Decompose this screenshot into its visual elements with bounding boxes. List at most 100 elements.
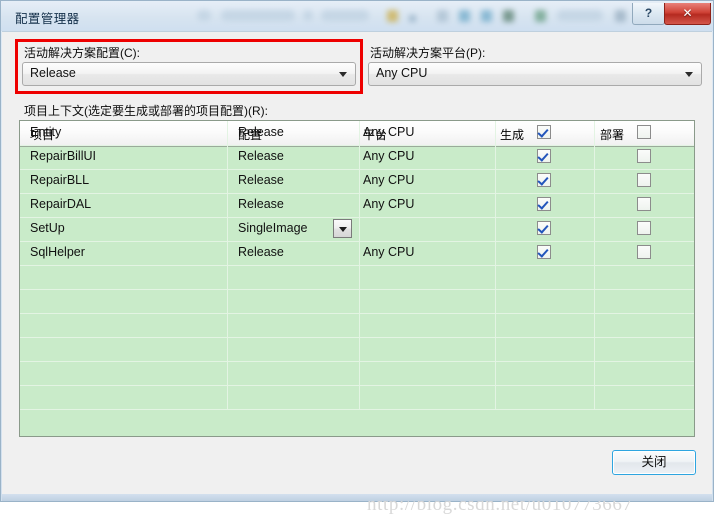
column-separator — [359, 145, 360, 169]
table-row-empty — [20, 265, 694, 290]
column-separator — [359, 313, 360, 337]
column-separator — [594, 193, 595, 217]
table-row[interactable]: SetUp SingleImage — [20, 217, 694, 242]
cell-platform: Any CPU — [363, 173, 415, 187]
cell-platform: Any CPU — [363, 125, 415, 139]
table-row[interactable]: SqlHelper Release Any CPU — [20, 241, 694, 266]
build-checkbox[interactable] — [537, 125, 551, 139]
build-checkbox[interactable] — [537, 245, 551, 259]
column-separator — [227, 193, 228, 217]
cell-configuration: Release — [238, 125, 284, 139]
column-separator — [495, 241, 496, 265]
project-contexts-label: 项目上下文(选定要生成或部署的项目配置)(R): — [24, 104, 268, 118]
column-separator — [495, 193, 496, 217]
column-separator — [495, 145, 496, 169]
column-separator — [495, 337, 496, 361]
project-contexts-grid[interactable]: 项目 配置 平台 生成 部署 Entity Release Any CPU Repai… — [19, 120, 695, 437]
table-row-empty — [20, 385, 694, 410]
table-row[interactable]: RepairDAL Release Any CPU — [20, 193, 694, 218]
table-row[interactable]: Entity Release Any CPU — [20, 121, 694, 146]
column-separator — [227, 121, 228, 145]
column-separator — [359, 121, 360, 145]
cell-project: SqlHelper — [30, 245, 85, 259]
cell-configuration: Release — [238, 149, 284, 163]
column-separator — [495, 313, 496, 337]
solution-configuration-label: 活动解决方案配置(C): — [24, 46, 140, 60]
cell-configuration: Release — [238, 173, 284, 187]
table-row[interactable]: RepairBLL Release Any CPU — [20, 169, 694, 194]
close-button[interactable]: 关闭 — [612, 450, 696, 475]
column-separator — [594, 361, 595, 385]
table-row-empty — [20, 289, 694, 314]
column-separator — [227, 169, 228, 193]
column-separator — [359, 337, 360, 361]
window-title: 配置管理器 — [15, 12, 80, 26]
column-separator — [495, 169, 496, 193]
column-separator — [359, 361, 360, 385]
table-row-empty — [20, 361, 694, 386]
build-checkbox[interactable] — [537, 221, 551, 235]
cell-project: Entity — [30, 125, 62, 139]
column-separator — [594, 241, 595, 265]
deploy-checkbox[interactable] — [637, 245, 651, 259]
dialog-body: 活动解决方案配置(C): Release 活动解决方案平台(P): Any CP… — [2, 31, 712, 515]
build-checkbox[interactable] — [537, 173, 551, 187]
column-separator — [227, 313, 228, 337]
solution-platform-combobox[interactable]: Any CPU — [368, 62, 702, 86]
window-bottom-strip — [2, 494, 712, 501]
solution-platform-value: Any CPU — [376, 66, 428, 80]
column-separator — [227, 361, 228, 385]
cell-platform: Any CPU — [363, 149, 415, 163]
column-separator — [495, 121, 496, 145]
column-separator — [359, 265, 360, 289]
table-row[interactable]: RepairBillUI Release Any CPU — [20, 145, 694, 170]
column-separator — [227, 337, 228, 361]
column-separator — [359, 169, 360, 193]
column-separator — [594, 385, 595, 409]
column-separator — [227, 217, 228, 241]
column-separator — [594, 313, 595, 337]
solution-configuration-combobox[interactable]: Release — [22, 62, 356, 86]
configuration-dropdown-button[interactable] — [333, 219, 352, 238]
deploy-checkbox[interactable] — [637, 125, 651, 139]
column-separator — [594, 145, 595, 169]
window-close-button[interactable]: ✕ — [664, 3, 711, 25]
column-separator — [495, 385, 496, 409]
column-separator — [594, 121, 595, 145]
solution-platform-label: 活动解决方案平台(P): — [370, 46, 486, 60]
table-row-empty — [20, 313, 694, 338]
cell-configuration: Release — [238, 197, 284, 211]
deploy-checkbox[interactable] — [637, 149, 651, 163]
column-separator — [227, 385, 228, 409]
table-row-empty — [20, 337, 694, 362]
column-separator — [359, 385, 360, 409]
background-toolbar-blurred — [191, 4, 644, 28]
column-separator — [594, 217, 595, 241]
column-separator — [227, 289, 228, 313]
deploy-checkbox[interactable] — [637, 221, 651, 235]
column-separator — [359, 289, 360, 313]
column-separator — [594, 169, 595, 193]
deploy-checkbox[interactable] — [637, 197, 651, 211]
build-checkbox[interactable] — [537, 197, 551, 211]
column-separator — [594, 289, 595, 313]
cell-project: SetUp — [30, 221, 65, 235]
column-separator — [227, 241, 228, 265]
title-bar: 配置管理器 ? ✕ — [1, 1, 713, 31]
cell-project: RepairDAL — [30, 197, 92, 211]
deploy-checkbox[interactable] — [637, 173, 651, 187]
cell-configuration: Release — [238, 245, 284, 259]
cell-configuration: SingleImage — [238, 221, 308, 235]
column-separator — [594, 265, 595, 289]
cell-platform: Any CPU — [363, 245, 415, 259]
column-separator — [227, 145, 228, 169]
column-separator — [359, 217, 360, 241]
column-separator — [594, 337, 595, 361]
column-separator — [359, 193, 360, 217]
help-button[interactable]: ? — [632, 3, 665, 25]
solution-configuration-value: Release — [30, 66, 76, 80]
cell-platform: Any CPU — [363, 197, 415, 211]
column-separator — [227, 265, 228, 289]
column-separator — [495, 289, 496, 313]
build-checkbox[interactable] — [537, 149, 551, 163]
